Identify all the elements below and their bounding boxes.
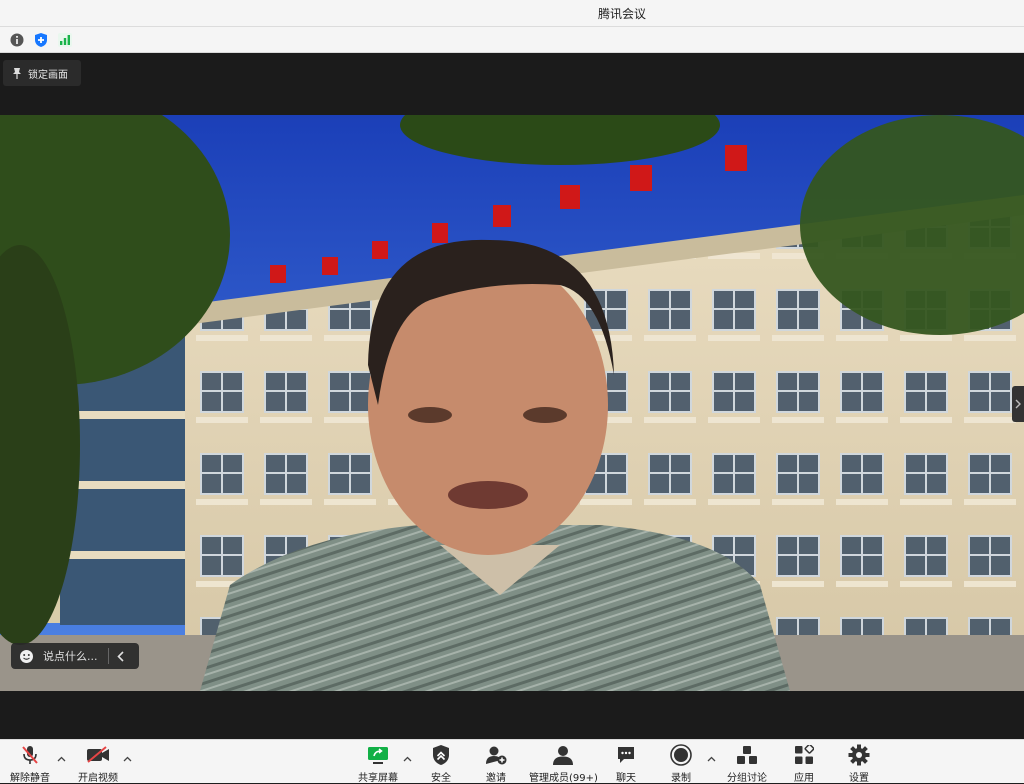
manage-members-label: 管理成员(99+) [529,773,598,784]
lock-view-button[interactable]: 锁定画面 [3,60,81,86]
breakout-rooms-icon [737,746,757,764]
record-icon [670,744,692,766]
video-options-caret[interactable] [122,754,132,764]
share-screen-button[interactable]: 共享屏幕 [358,743,398,784]
record-label: 录制 [671,773,691,784]
chat-label: 聊天 [616,773,636,784]
start-video-button[interactable]: 开启视频 [78,743,118,784]
apps-grid-icon [795,745,814,764]
unmute-button[interactable]: 解除静音 [10,743,50,784]
shield-icon [433,745,449,765]
title-bar: 腾讯会议 [0,0,1024,27]
add-user-icon [486,746,507,765]
microphone-muted-icon [22,746,38,764]
security-label: 安全 [431,773,451,784]
chevron-right-icon [1015,399,1021,409]
breakout-rooms-button[interactable]: 分组讨论 [727,743,767,784]
security-button[interactable]: 安全 [431,743,451,784]
lock-view-label: 锁定画面 [28,69,68,81]
members-icon [553,746,574,765]
share-screen-label: 共享屏幕 [358,773,398,784]
signal-bars-icon[interactable] [57,32,73,48]
unmute-label: 解除静音 [10,773,50,784]
share-screen-icon [368,747,388,764]
record-options-caret[interactable] [706,754,716,764]
chevron-up-icon [403,756,411,762]
meeting-toolbar: 解除静音 开启视频 共享屏幕 安全 邀请 管理成员(99+) 聊天 录制 分组讨… [0,739,1024,784]
chat-bubble-icon [618,747,634,763]
chevron-up-icon [123,756,131,762]
record-button[interactable]: 录制 [670,743,692,784]
settings-label: 设置 [849,773,869,784]
chevron-up-icon [57,756,65,762]
pin-icon [13,67,21,79]
divider [107,648,109,664]
manage-members-button[interactable]: 管理成员(99+) [529,743,598,784]
apps-button[interactable]: 应用 [794,743,814,784]
apps-label: 应用 [794,773,814,784]
camera-off-icon [87,746,109,763]
share-options-caret[interactable] [402,754,412,764]
shield-icon[interactable] [33,32,49,48]
gear-icon [848,744,870,766]
side-panel-toggle[interactable] [1012,386,1024,422]
settings-button[interactable]: 设置 [848,743,870,784]
invite-button[interactable]: 邀请 [485,743,507,784]
audio-options-caret[interactable] [56,754,66,764]
emoji-icon[interactable] [19,649,34,664]
chevron-left-icon[interactable] [116,650,124,662]
window-title: 腾讯会议 [597,6,646,21]
chat-button[interactable]: 聊天 [616,743,636,784]
chevron-up-icon [707,756,715,762]
info-icon[interactable] [9,32,25,48]
chat-input[interactable]: 说点什么... [43,648,98,664]
invite-label: 邀请 [486,773,506,784]
status-strip [0,27,1024,53]
breakout-rooms-label: 分组讨论 [727,773,767,784]
speaker-video [0,115,1024,691]
quick-chat-bar[interactable]: 说点什么... [11,643,139,669]
meeting-stage: 锁定画面 说点什么... [0,53,1024,739]
start-video-label: 开启视频 [78,773,118,784]
